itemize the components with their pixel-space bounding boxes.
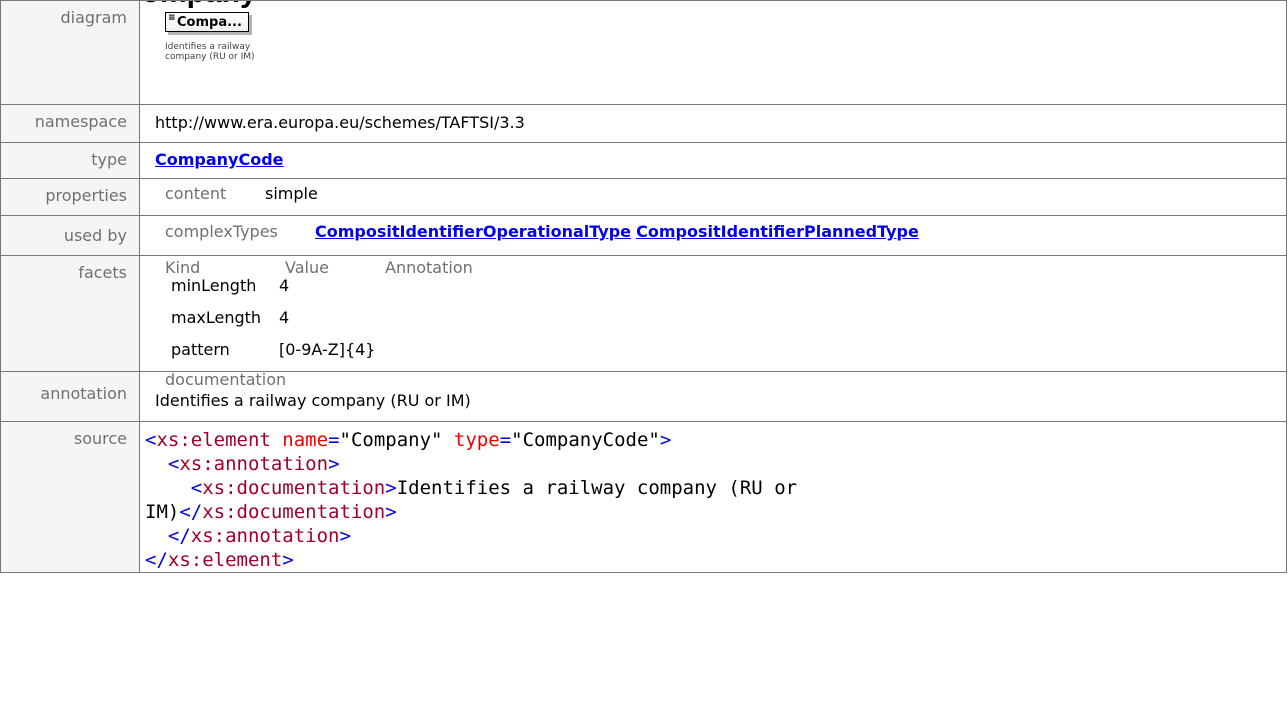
used-by-link-planned[interactable]: CompositIdentifierPlannedType <box>636 222 919 241</box>
row-type: type CompanyCode <box>0 142 1287 179</box>
properties-cell: content simple <box>139 178 1287 216</box>
facet-kind: minLength <box>171 276 257 295</box>
facet-value: [0-9A-Z]{4} <box>279 340 376 359</box>
facets-table: Kind Value Annotation minLength 4 maxLength… <box>165 258 1286 366</box>
properties-key: content <box>165 184 227 203</box>
diagram-cell: ≡ Compa... Identifies a railway company … <box>139 0 1287 105</box>
annotation-cell: documentation Identifies a railway compa… <box>139 370 1287 422</box>
element-doc-table: diagram ≡ Compa... Identifies a railway … <box>0 0 1287 573</box>
namespace-value: http://www.era.europa.eu/schemes/TAFTSI/… <box>139 104 1287 143</box>
row-label-namespace: namespace <box>0 104 140 143</box>
facets-header-value: Value <box>285 258 329 277</box>
facet-kind: maxLength <box>171 308 262 327</box>
row-label-annotation: annotation <box>0 371 140 422</box>
diagram-element-label: Compa... <box>177 15 242 30</box>
used-by-cell: complexTypes CompositIdentifierOperationa… <box>139 215 1287 256</box>
row-label-type: type <box>0 142 140 179</box>
row-source: source <xs:element name="Company" type="… <box>0 421 1287 573</box>
row-label-diagram: diagram <box>0 0 140 105</box>
facets-cell: Kind Value Annotation minLength 4 maxLength… <box>139 255 1287 372</box>
row-annotation: annotation documentation Identifies a ra… <box>0 370 1287 422</box>
annotation-value: Identifies a railway company (RU or IM) <box>155 391 471 410</box>
row-label-facets: facets <box>0 255 140 372</box>
facet-row: maxLength 4 <box>165 302 1286 334</box>
row-namespace: namespace http://www.era.europa.eu/schem… <box>0 104 1287 143</box>
used-by-link-operational[interactable]: CompositIdentifierOperationalType <box>315 222 631 241</box>
facet-kind: pattern <box>171 340 230 359</box>
row-diagram: diagram ≡ Compa... Identifies a railway … <box>0 0 1287 105</box>
annotation-key: documentation <box>165 370 287 389</box>
element-lines-icon: ≡ <box>168 13 176 23</box>
used-by-key: complexTypes <box>165 222 278 241</box>
facet-value: 4 <box>279 308 290 327</box>
facet-row: pattern [0-9A-Z]{4} <box>165 334 1286 366</box>
row-used-by: used by complexTypes CompositIdentifierOp… <box>0 215 1287 256</box>
facet-value: 4 <box>279 276 290 295</box>
type-link[interactable]: CompanyCode <box>155 150 284 169</box>
properties-value: simple <box>265 184 318 203</box>
diagram-caption: Identifies a railway company (RU or IM) <box>165 42 255 62</box>
type-cell: CompanyCode <box>139 142 1287 179</box>
row-label-used-by: used by <box>0 215 140 256</box>
source-code: <xs:element name="Company" type="Company… <box>145 429 798 571</box>
row-properties: properties content simple <box>0 178 1287 216</box>
row-label-source: source <box>0 421 140 573</box>
row-facets: facets Kind Value Annotation minLength 4 ma… <box>0 255 1287 372</box>
source-cell: <xs:element name="Company" type="Company… <box>139 421 1287 573</box>
facets-header-annotation: Annotation <box>385 258 473 277</box>
row-label-properties: properties <box>0 178 140 216</box>
diagram-element-box[interactable]: ≡ Compa... <box>165 12 249 32</box>
